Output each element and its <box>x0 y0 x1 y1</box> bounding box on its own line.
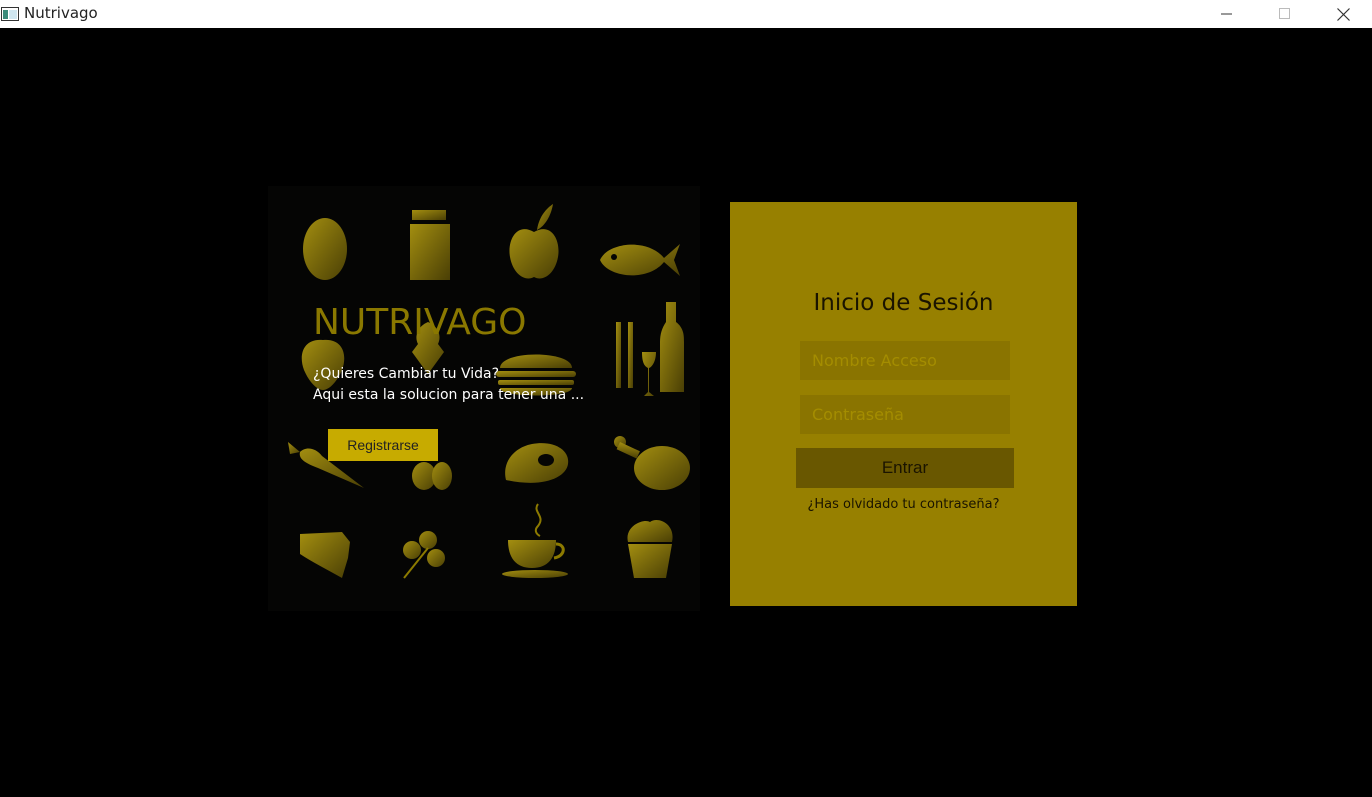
tagline-line2: Aqui esta la solucion para tener una ... <box>313 387 585 403</box>
window-title: Nutrivago <box>24 4 98 22</box>
fish-icon <box>598 238 682 282</box>
muffin-icon <box>624 518 676 580</box>
mushroom-icon <box>408 456 454 492</box>
app-icon <box>1 6 19 21</box>
maximize-button[interactable] <box>1262 0 1308 28</box>
coffee-cup-icon <box>502 502 570 580</box>
maximize-icon <box>1279 8 1290 19</box>
username-field[interactable] <box>800 341 1010 380</box>
tagline-line1: ¿Quieres Cambiar tu Vida? <box>313 366 500 382</box>
title-bar: Nutrivago <box>0 0 1372 28</box>
forgot-password-link[interactable]: ¿Has olvidado tu contraseña? <box>730 497 1077 512</box>
parsley-icon <box>400 530 448 580</box>
cutlery-wine-icon <box>614 302 686 398</box>
cheese-icon <box>298 530 350 580</box>
enter-button[interactable]: Entrar <box>796 448 1014 488</box>
potato-icon <box>300 216 350 282</box>
minimize-icon <box>1221 13 1232 15</box>
register-button[interactable]: Registrarse <box>328 429 438 461</box>
brand-title: NUTRIVAGO <box>313 302 527 343</box>
minimize-button[interactable] <box>1204 0 1250 28</box>
close-button[interactable] <box>1320 0 1366 28</box>
close-icon <box>1336 7 1350 21</box>
chicken-leg-icon <box>612 436 690 492</box>
password-field[interactable] <box>800 395 1010 434</box>
login-title: Inicio de Sesión <box>813 290 994 316</box>
steak-icon <box>502 440 570 490</box>
login-panel: Inicio de Sesión Entrar ¿Has olvidado tu… <box>730 202 1077 606</box>
milk-carton-icon <box>408 210 452 282</box>
apple-icon <box>507 202 561 282</box>
